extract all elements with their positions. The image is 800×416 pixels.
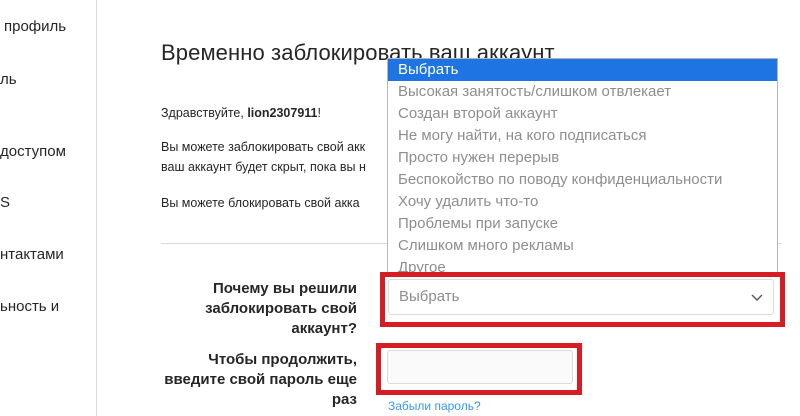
- dropdown-option[interactable]: Высокая занятость/слишком отвлекает: [388, 81, 777, 103]
- reason-label: Почему вы решили заблокировать свой акка…: [205, 280, 357, 337]
- sidebar-item-sms[interactable]: S: [0, 194, 10, 211]
- greeting: Здравствуйте, lion2307911!: [161, 103, 321, 123]
- sidebar-item-privacy[interactable]: ьность и: [0, 298, 59, 315]
- sidebar-item-password[interactable]: ль: [0, 71, 17, 88]
- password-label: Чтобы продолжить, введите свой пароль ещ…: [164, 351, 357, 408]
- sidebar-item-contacts[interactable]: нтактами: [0, 246, 64, 263]
- dropdown-option[interactable]: Хочу удалить что-то: [388, 191, 777, 213]
- dropdown-option[interactable]: Просто нужен перерыв: [388, 147, 777, 169]
- info-paragraph-2: Вы можете блокировать свой акка: [161, 196, 360, 210]
- reason-dropdown-list: Выбрать Высокая занятость/слишком отвлек…: [387, 58, 778, 276]
- greeting-prefix: Здравствуйте,: [161, 106, 248, 120]
- dropdown-option[interactable]: Создан второй аккаунт: [388, 103, 777, 125]
- dropdown-option[interactable]: Не могу найти, на кого подписаться: [388, 125, 777, 147]
- dropdown-option[interactable]: Беспокойство по поводу конфиденциальност…: [388, 169, 777, 191]
- dropdown-option[interactable]: Проблемы при запуске: [388, 213, 777, 235]
- sidebar-item-access[interactable]: доступом: [0, 143, 66, 160]
- info-paragraph-line1: Вы можете заблокировать свой акк: [161, 140, 366, 154]
- sidebar-item-edit-profile[interactable]: профиль: [4, 18, 66, 35]
- dropdown-option[interactable]: Выбрать: [388, 59, 777, 81]
- info-paragraph-line2: ваш аккаунт будет скрыт, пока вы н: [161, 160, 366, 174]
- forgot-password-link[interactable]: Забыли пароль?: [388, 399, 481, 413]
- select-highlight-frame: [380, 272, 785, 327]
- password-highlight-frame: [376, 343, 582, 395]
- username: lion2307911: [247, 106, 318, 120]
- settings-sidebar: профиль ль доступом S нтактами ьность и: [0, 0, 97, 416]
- greeting-suffix: !: [317, 106, 321, 120]
- dropdown-option[interactable]: Слишком много рекламы: [388, 235, 777, 257]
